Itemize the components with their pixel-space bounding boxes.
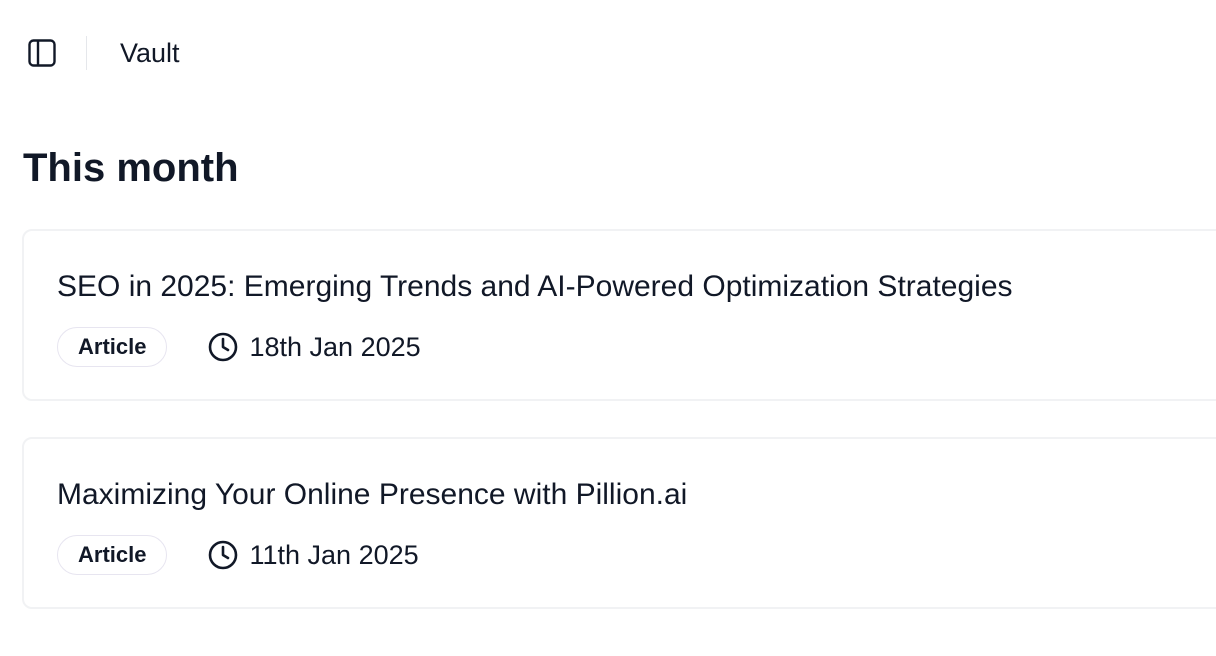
breadcrumb[interactable]: Vault: [120, 36, 180, 70]
vault-item-card[interactable]: SEO in 2025: Emerging Trends and AI-Powe…: [22, 229, 1216, 401]
item-date-group: 18th Jan 2025: [207, 330, 421, 364]
vault-item-card[interactable]: Maximizing Your Online Presence with Pil…: [22, 437, 1216, 609]
header-divider: [86, 36, 87, 70]
type-badge: Article: [57, 327, 168, 367]
item-meta: Article 18th Jan 2025: [57, 327, 421, 367]
item-date-group: 11th Jan 2025: [207, 538, 419, 572]
sidebar-toggle-button[interactable]: [26, 37, 58, 69]
top-bar: Vault: [0, 0, 1216, 106]
item-meta: Article 11th Jan 2025: [57, 535, 419, 575]
section-title: This month: [23, 146, 239, 190]
clock-icon: [209, 540, 238, 570]
clock-icon: [209, 332, 238, 362]
item-title[interactable]: Maximizing Your Online Presence with Pil…: [57, 477, 687, 513]
type-badge: Article: [57, 535, 168, 575]
item-date: 18th Jan 2025: [249, 332, 421, 362]
sidebar-panel-icon: [28, 39, 56, 67]
item-title[interactable]: SEO in 2025: Emerging Trends and AI-Powe…: [57, 269, 1013, 305]
item-date: 11th Jan 2025: [249, 540, 419, 570]
